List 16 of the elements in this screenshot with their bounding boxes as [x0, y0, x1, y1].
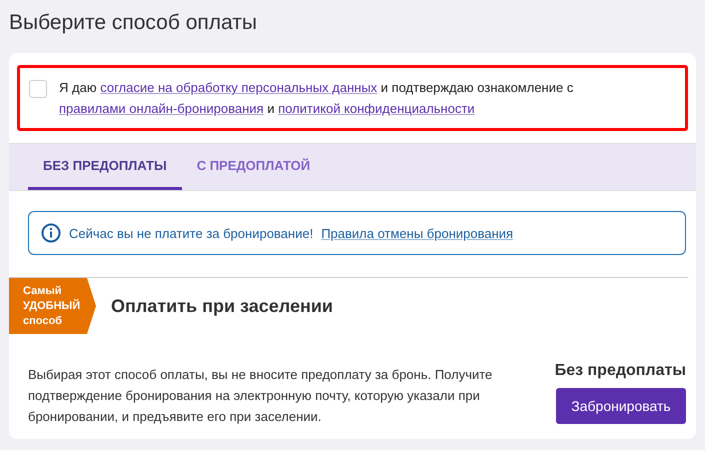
consent-text: Я даю согласие на обработку персональных данных и подтверждаю ознакомление с правилами онлайн-бронирования и политикой конфиденциальности [59, 79, 574, 118]
price-label: Без предоплаты [554, 362, 686, 380]
option-description: Выбирая этот способ оплаты, вы не вносите предоплату за бронь. Получите подтверждение бронирования на электронную почту, которую указали при бронировании, и предъявите его при заселении. [28, 366, 494, 426]
consent-link[interactable]: политикой конфиденциальности [278, 101, 475, 116]
consent-link[interactable]: согласие на обработку персональных данных [100, 80, 378, 95]
book-button[interactable]: Забронировать [556, 388, 686, 424]
page-title: Выберите способ оплаты [9, 10, 258, 36]
consent-checkbox[interactable] [29, 80, 47, 98]
cancellation-rules-link[interactable]: Правила отмены бронирования [321, 226, 514, 240]
tab[interactable]: С ПРЕДОПЛАТОЙ [182, 144, 326, 190]
option-heading: Оплатить при заселении [111, 296, 333, 316]
best-option-ribbon: Самый УДОБНЫЙ способ [9, 278, 96, 334]
consent-link[interactable]: правилами онлайн-бронирования [59, 101, 264, 116]
info-icon [41, 223, 61, 243]
tab[interactable]: БЕЗ ПРЕДОПЛАТЫ [28, 144, 182, 190]
notice-text: Сейчас вы не платите за бронирование! [69, 226, 314, 240]
